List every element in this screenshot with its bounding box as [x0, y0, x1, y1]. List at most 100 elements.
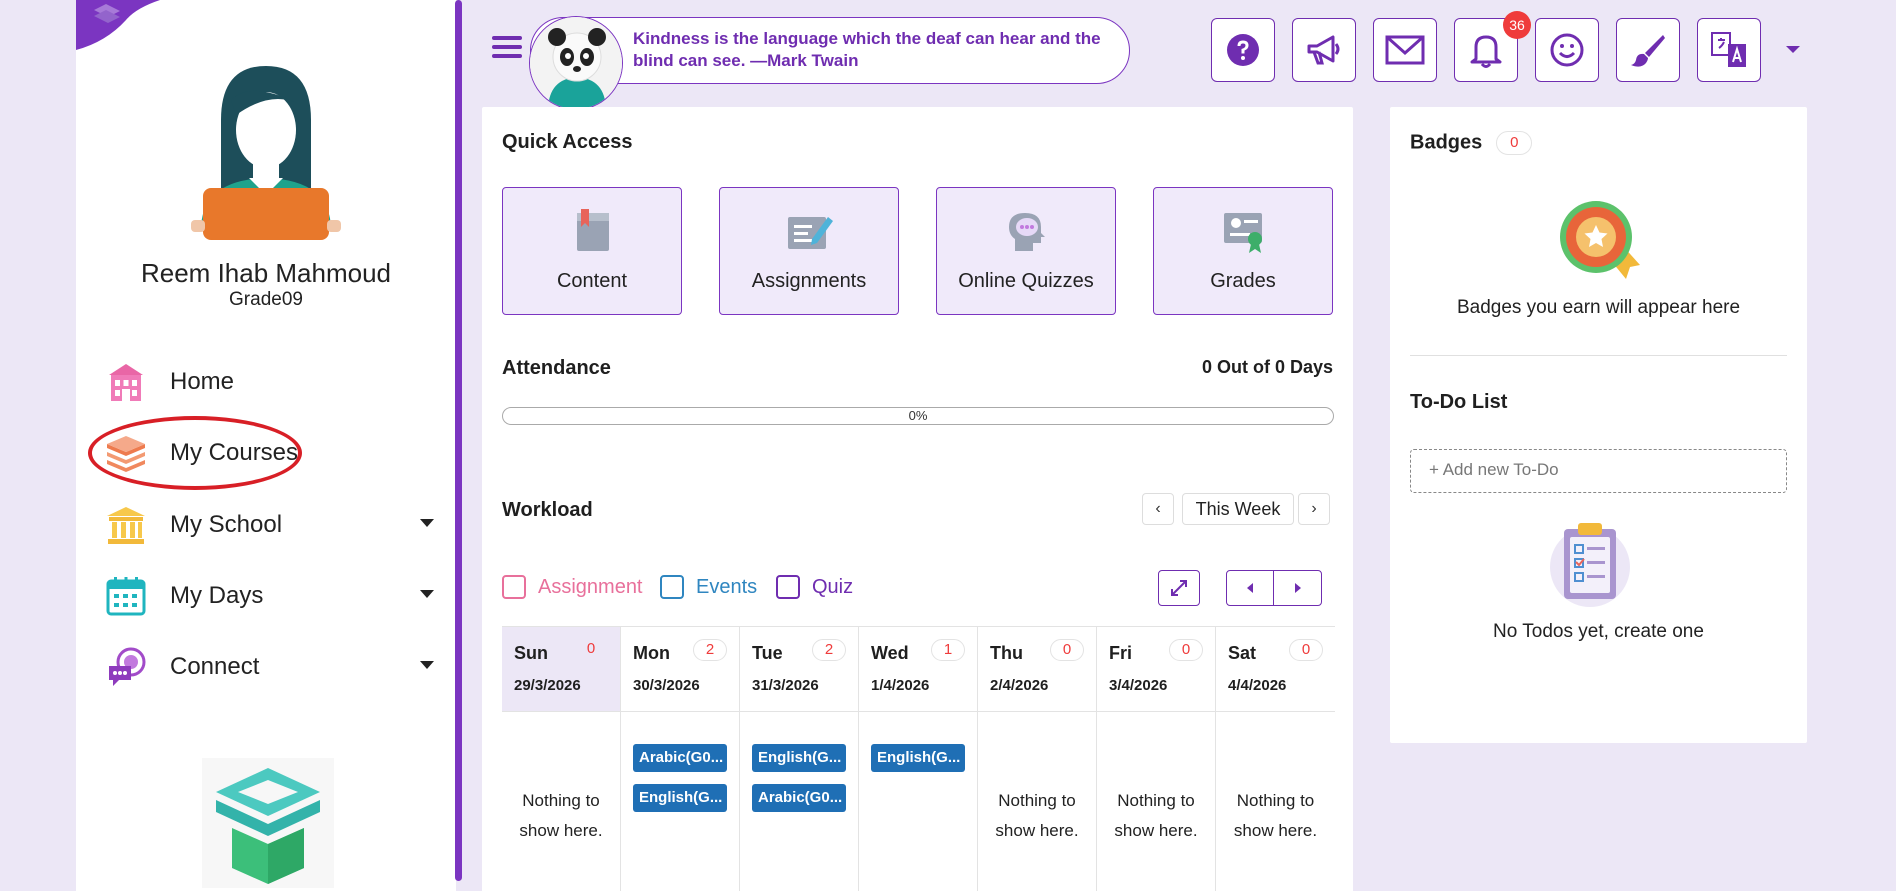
- day-header[interactable]: Thu 0 2/4/2026: [978, 626, 1096, 712]
- help-button[interactable]: [1211, 18, 1275, 82]
- day-column-fri: Fri 0 3/4/2026 Nothing to show here.: [1097, 626, 1216, 891]
- chevron-down-icon[interactable]: [420, 661, 434, 669]
- sidebar-item-my-courses[interactable]: My Courses: [104, 425, 434, 481]
- institution-icon: [104, 503, 148, 547]
- day-name: Sun: [514, 643, 548, 663]
- sidebar-item-my-days[interactable]: My Days: [104, 568, 434, 624]
- clipboard-icon: [1550, 523, 1630, 607]
- sidebar-item-label: Home: [170, 368, 235, 395]
- sidebar-item-label: My School: [170, 511, 283, 538]
- day-header[interactable]: Wed 1 1/4/2026: [859, 626, 977, 712]
- day-count-badge: 0: [586, 640, 596, 657]
- day-date: 4/4/2026: [1228, 677, 1287, 694]
- expand-button[interactable]: [1158, 570, 1200, 606]
- books-icon: [104, 431, 148, 475]
- empty-state-text: Nothing to show here.: [519, 791, 603, 840]
- day-count-badge: 2: [693, 639, 727, 661]
- smiley-icon: [1550, 33, 1584, 67]
- award-badge-icon: [1560, 201, 1640, 279]
- notification-count-badge: 36: [1503, 11, 1531, 39]
- chevron-down-icon[interactable]: [420, 590, 434, 598]
- sidebar-item-label: My Courses: [170, 439, 299, 466]
- day-header[interactable]: Fri 0 3/4/2026: [1097, 626, 1215, 712]
- quick-access-online-quizzes[interactable]: Online Quizzes: [936, 187, 1116, 315]
- legend-label: Assignment: [538, 575, 643, 598]
- legend-label: Quiz: [812, 575, 854, 598]
- quick-access-assignments[interactable]: Assignments: [719, 187, 899, 315]
- messages-button[interactable]: [1373, 18, 1437, 82]
- divider: [1410, 355, 1787, 356]
- hamburger-menu-icon[interactable]: [492, 36, 522, 62]
- day-date: 1/4/2026: [871, 677, 930, 694]
- day-header[interactable]: Sat 0 4/4/2026: [1216, 626, 1335, 712]
- day-column-sun: Sun 0 29/3/2026 Nothing to show here.: [502, 626, 621, 891]
- avatar: [191, 66, 341, 240]
- day-column-sat: Sat 0 4/4/2026 Nothing to show here.: [1216, 626, 1335, 891]
- assignment-checkbox[interactable]: [502, 575, 526, 599]
- event-chip[interactable]: Arabic(G0...: [633, 744, 727, 772]
- caret-left-icon[interactable]: [1227, 571, 1275, 605]
- main-panel: Quick Access Content Assignments Online …: [482, 107, 1353, 891]
- bell-icon: [1470, 35, 1502, 68]
- legend-events[interactable]: Events: [660, 575, 757, 599]
- quick-access-grades[interactable]: Grades: [1153, 187, 1333, 315]
- assignment-pen-icon: [780, 206, 840, 256]
- quick-access-title: Quick Access: [502, 131, 633, 153]
- quick-access-label: Grades: [1210, 270, 1276, 292]
- mood-button[interactable]: [1535, 18, 1599, 82]
- badges-title: Badges 0: [1410, 131, 1533, 155]
- day-column-wed: Wed 1 1/4/2026 English(G...: [859, 626, 978, 891]
- panda-mascot-icon: [529, 16, 623, 110]
- day-header[interactable]: Tue 2 31/3/2026: [740, 626, 858, 712]
- sidebar-item-label: Connect: [170, 653, 260, 680]
- attendance-progress-text: 0%: [908, 408, 928, 423]
- day-header[interactable]: Mon 2 30/3/2026: [621, 626, 739, 712]
- day-column-thu: Thu 0 2/4/2026 Nothing to show here.: [978, 626, 1097, 891]
- language-button[interactable]: [1697, 18, 1761, 82]
- school-building-icon: [104, 360, 148, 404]
- previous-week-button[interactable]: ‹: [1142, 493, 1174, 525]
- expand-icon: [1171, 580, 1187, 596]
- chevron-down-icon[interactable]: [1786, 46, 1800, 53]
- quiz-head-icon: [997, 206, 1057, 256]
- event-chip[interactable]: Arabic(G0...: [752, 784, 846, 812]
- week-selector[interactable]: This Week: [1182, 493, 1294, 525]
- announcements-button[interactable]: [1292, 18, 1356, 82]
- calendar-nav-control: [1226, 570, 1322, 606]
- megaphone-icon: [1307, 35, 1340, 65]
- day-count-badge: 0: [1169, 639, 1203, 661]
- day-name: Mon: [633, 643, 670, 663]
- quiz-checkbox[interactable]: [776, 575, 800, 599]
- legend-quiz[interactable]: Quiz: [776, 575, 853, 599]
- book-icon: [563, 206, 623, 256]
- sidebar-item-label: My Days: [170, 582, 264, 609]
- event-chip[interactable]: English(G...: [752, 744, 846, 772]
- quick-access-content[interactable]: Content: [502, 187, 682, 315]
- theme-button[interactable]: [1616, 18, 1680, 82]
- day-date: 3/4/2026: [1109, 677, 1168, 694]
- quick-access-label: Online Quizzes: [958, 270, 1094, 292]
- help-icon: [1227, 34, 1259, 66]
- day-name: Tue: [752, 643, 783, 663]
- sidebar-item-connect[interactable]: Connect: [104, 639, 434, 695]
- sidebar-item-home[interactable]: Home: [104, 354, 434, 410]
- chat-bubbles-icon: [104, 645, 148, 689]
- event-chip[interactable]: English(G...: [871, 744, 965, 772]
- event-chip[interactable]: English(G...: [633, 784, 727, 812]
- events-checkbox[interactable]: [660, 575, 684, 599]
- day-name: Sat: [1228, 643, 1257, 663]
- user-name: Reem Ihab Mahmoud: [140, 258, 392, 288]
- notifications-button[interactable]: 36: [1454, 11, 1531, 82]
- sidebar-item-my-school[interactable]: My School: [104, 497, 434, 553]
- day-column-mon: Mon 2 30/3/2026 Arabic(G0... English(G..…: [621, 626, 740, 891]
- empty-state-text: Nothing to show here.: [1114, 791, 1198, 840]
- corner-logo-icon: [76, 0, 160, 50]
- sidebar: Reem Ihab Mahmoud Grade09 Home My Course…: [76, 0, 456, 891]
- chevron-down-icon[interactable]: [420, 519, 434, 527]
- day-header[interactable]: Sun 0 29/3/2026: [502, 626, 620, 712]
- brush-icon: [1631, 35, 1665, 67]
- legend-assignment[interactable]: Assignment: [502, 575, 643, 599]
- caret-right-icon[interactable]: [1274, 571, 1321, 605]
- add-todo-input[interactable]: + Add new To-Do: [1410, 449, 1787, 493]
- next-week-button[interactable]: ›: [1298, 493, 1330, 525]
